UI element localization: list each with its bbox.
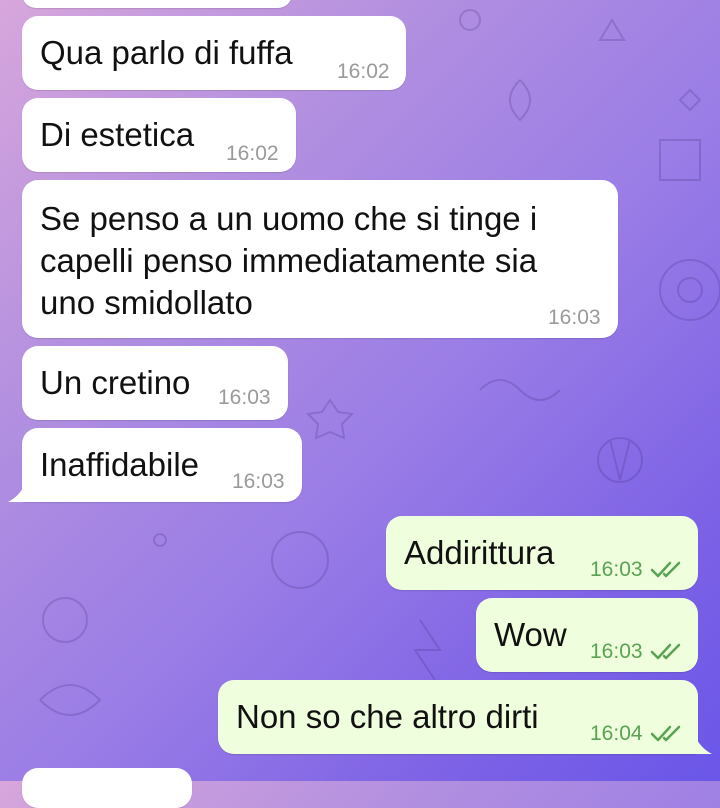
double-check-icon	[650, 561, 681, 578]
message-text: Qua parlo di fuffa	[40, 34, 293, 71]
message-bubble-outgoing[interactable]: Addirittura 16:03	[386, 516, 698, 590]
message-time: 16:03	[590, 558, 643, 581]
message-bubble-incoming[interactable]: Un cretino 16:03	[22, 346, 288, 420]
message-text: Un cretino	[40, 364, 191, 401]
message-bubble-incoming[interactable]: Qua parlo di fuffa 16:02	[22, 16, 406, 90]
bubble-tail	[8, 482, 26, 502]
message-time: 16:02	[226, 142, 279, 165]
message-text: Di estetica	[40, 116, 195, 153]
message-bubble-partial-top	[22, 0, 292, 8]
message-bubble-incoming[interactable]: Inaffidabile 16:03	[22, 428, 302, 502]
double-check-icon	[650, 643, 681, 660]
message-bubble-outgoing[interactable]: Non so che altro dirti 16:04	[218, 680, 698, 754]
message-bubble-incoming[interactable]: Se penso a un uomo che si tinge i capell…	[22, 180, 618, 338]
message-time: 16:03	[232, 470, 285, 493]
message-text: Non so che altro dirti	[236, 698, 539, 735]
message-time: 16:02	[337, 60, 390, 83]
message-text: Addirittura	[404, 534, 555, 571]
message-time: 16:03	[218, 386, 271, 409]
message-time: 16:03	[548, 306, 601, 329]
double-check-icon	[650, 725, 681, 742]
message-text: Se penso a un uomo che si tinge i capell…	[40, 200, 538, 321]
bubble-tail	[694, 734, 712, 754]
message-bubble-outgoing[interactable]: Wow 16:03	[476, 598, 698, 672]
message-time: 16:04	[590, 722, 643, 745]
message-time: 16:03	[590, 640, 643, 663]
message-bubble-incoming[interactable]: Di estetica 16:02	[22, 98, 296, 172]
message-text: Wow	[494, 616, 567, 653]
message-text: Inaffidabile	[40, 446, 200, 483]
message-bubble-partial-bottom	[22, 768, 192, 808]
